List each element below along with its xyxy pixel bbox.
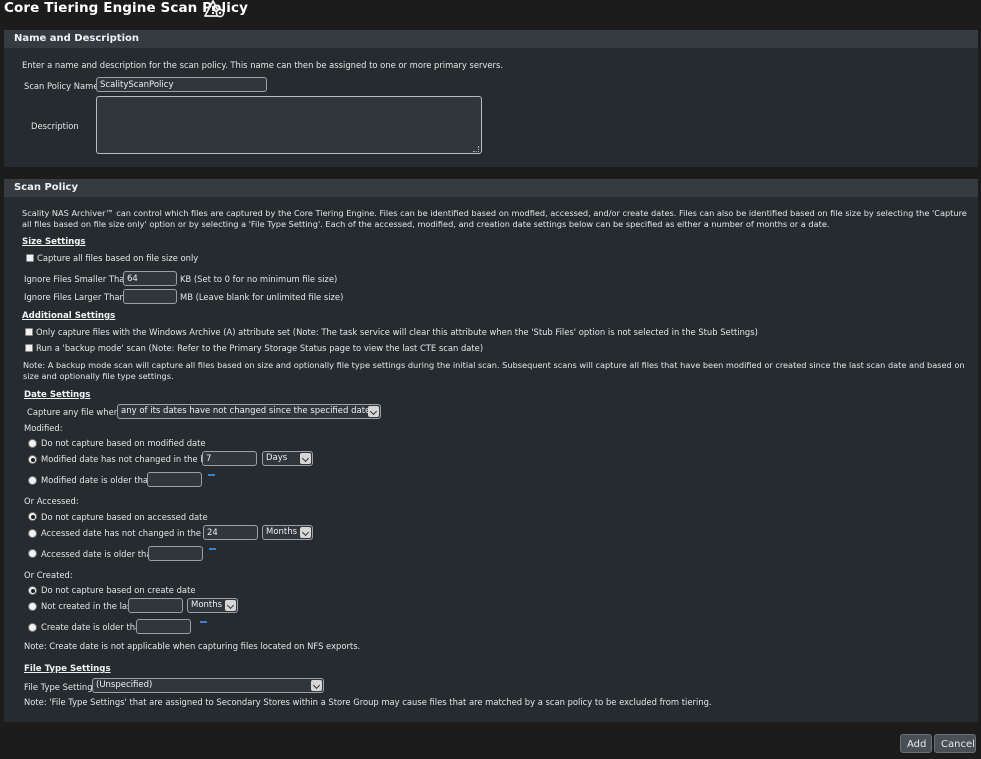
description-textarea[interactable] <box>96 96 482 154</box>
capture-condition-value: any of its dates have not changed since … <box>121 406 375 416</box>
accessed-older-input[interactable] <box>148 546 203 561</box>
chevron-down-icon <box>300 453 311 464</box>
ignore-larger-input[interactable] <box>123 289 177 304</box>
scan-policy-header: Scan Policy <box>4 180 978 197</box>
size-settings-title: Size Settings <box>22 237 86 247</box>
ignore-larger-note: MB (Leave blank for unlimited file size) <box>180 292 344 302</box>
name-description-header: Name and Description <box>4 31 978 48</box>
accessed-last-label: Accessed date has not changed in the las… <box>41 528 219 538</box>
archive-attribute-checkbox[interactable] <box>25 328 33 336</box>
capture-any-file-label: Capture any file where: <box>27 407 125 417</box>
modified-older-label: Modified date is older than <box>41 475 154 485</box>
created-unit-select[interactable]: Months <box>187 598 238 613</box>
scan-policy-intro: Scality NAS Archiver™ can control which … <box>22 208 967 229</box>
accessed-none-label: Do not capture based on accessed date <box>41 512 208 522</box>
created-older-input[interactable] <box>136 619 191 634</box>
modified-last-label: Modified date has not changed in the las… <box>41 454 216 464</box>
modified-unit-select[interactable]: Days <box>262 451 313 466</box>
file-type-settings-title: File Type Settings <box>24 664 111 674</box>
accessed-none-radio[interactable] <box>28 512 37 521</box>
calendar-icon[interactable] <box>209 547 216 550</box>
created-none-label: Do not capture based on create date <box>41 585 196 595</box>
modified-last-input[interactable] <box>202 451 257 466</box>
file-type-settings-select[interactable]: (Unspecified) <box>92 678 324 693</box>
scan-policy-panel: Scan Policy Scality NAS Archiver™ can co… <box>4 179 978 722</box>
add-button[interactable]: Add <box>900 734 932 753</box>
created-none-radio[interactable] <box>28 586 37 595</box>
modified-none-radio[interactable] <box>28 439 37 448</box>
created-nfs-note: Note: Create date is not applicable when… <box>24 641 361 651</box>
modified-older-input[interactable] <box>147 472 202 487</box>
name-description-intro: Enter a name and description for the sca… <box>22 60 503 70</box>
accessed-last-input[interactable] <box>203 525 258 540</box>
scan-policy-name-label: Scan Policy Name <box>24 81 99 91</box>
ignore-smaller-note: KB (Set to 0 for no minimum file size) <box>180 274 338 284</box>
created-older-label: Create date is older than <box>41 622 146 632</box>
modified-last-radio[interactable] <box>28 455 37 464</box>
ignore-smaller-label: Ignore Files Smaller Than <box>24 274 130 284</box>
date-settings-title: Date Settings <box>24 390 91 400</box>
created-last-radio[interactable] <box>28 602 37 611</box>
capture-condition-select[interactable]: any of its dates have not changed since … <box>117 404 381 419</box>
file-type-settings-value: (Unspecified) <box>96 680 153 690</box>
chevron-down-icon <box>225 600 236 611</box>
archive-attribute-label: Only capture files with the Windows Arch… <box>36 327 758 337</box>
accessed-older-radio[interactable] <box>28 549 37 558</box>
description-label: Description <box>31 121 79 131</box>
calendar-icon[interactable] <box>208 473 215 476</box>
created-unit-value: Months <box>191 600 223 610</box>
chevron-down-icon <box>368 406 379 417</box>
modified-label: Modified: <box>24 423 63 433</box>
created-last-label: Not created in the last <box>41 601 135 611</box>
capture-by-size-label: Capture all files based on file size onl… <box>37 253 199 263</box>
ignore-larger-label: Ignore Files Larger Than <box>24 292 125 302</box>
name-description-title: Name and Description <box>14 33 139 44</box>
backup-mode-label: Run a 'backup mode' scan (Note: Refer to… <box>36 343 484 353</box>
backup-mode-checkbox[interactable] <box>25 344 33 352</box>
capture-by-size-checkbox[interactable] <box>26 254 34 262</box>
created-label: Or Created: <box>24 570 73 580</box>
scan-policy-title: Scan Policy <box>14 182 78 193</box>
modified-none-label: Do not capture based on modified date <box>41 438 206 448</box>
additional-settings-title: Additional Settings <box>22 311 116 321</box>
file-type-settings-label: File Type Settings <box>24 682 97 692</box>
resize-grip-icon[interactable] <box>473 146 479 152</box>
created-older-radio[interactable] <box>28 623 37 632</box>
chevron-down-icon <box>300 527 311 538</box>
modified-unit-value: Days <box>266 453 288 463</box>
accessed-label: Or Accessed: <box>24 496 79 506</box>
modified-older-radio[interactable] <box>28 476 37 485</box>
name-description-panel: Name and Description Enter a name and de… <box>4 30 978 167</box>
backup-mode-note: Note: A backup mode scan will capture al… <box>23 360 965 381</box>
scan-policy-name-input[interactable] <box>96 77 267 92</box>
accessed-unit-select[interactable]: Months <box>262 525 313 540</box>
calendar-icon[interactable] <box>200 620 207 623</box>
warning-gear-icon <box>204 0 226 18</box>
accessed-older-label: Accessed date is older than <box>41 549 157 559</box>
ignore-smaller-input[interactable] <box>123 271 177 286</box>
accessed-unit-value: Months <box>266 527 298 537</box>
chevron-down-icon <box>311 680 322 691</box>
cancel-button[interactable]: Cancel <box>934 734 976 753</box>
created-last-input[interactable] <box>128 598 183 613</box>
file-type-settings-note: Note: 'File Type Settings' that are assi… <box>24 697 712 707</box>
accessed-last-radio[interactable] <box>28 529 37 538</box>
